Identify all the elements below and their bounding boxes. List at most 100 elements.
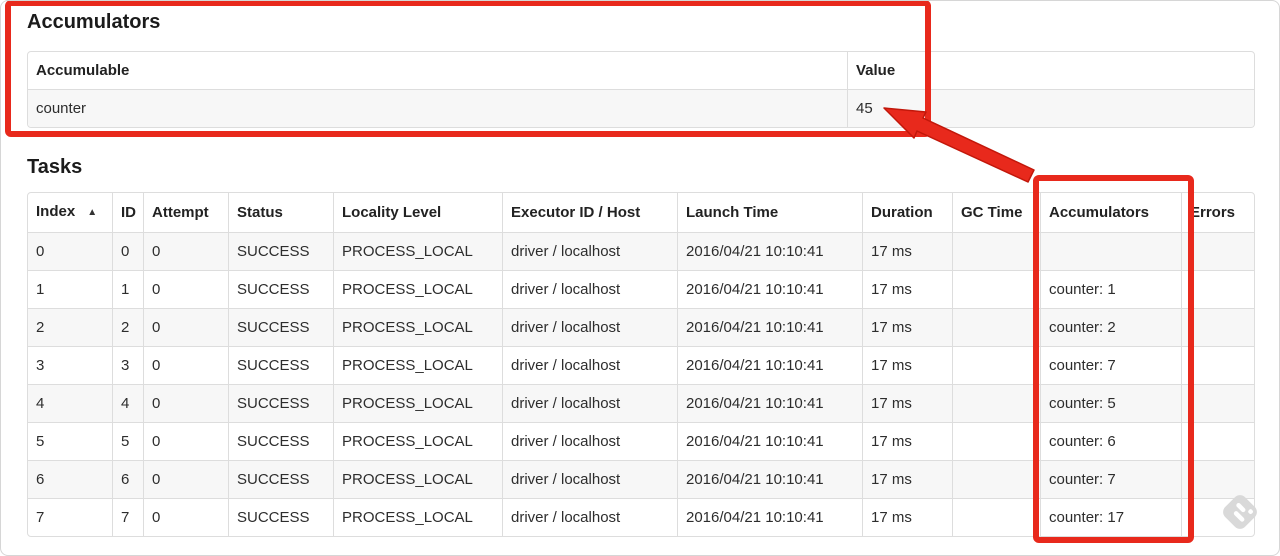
task-executor-id-host-cell: driver / localhost	[503, 499, 678, 536]
task-gc-time-cell	[953, 423, 1041, 461]
task-locality-level-cell: PROCESS_LOCAL	[334, 347, 503, 385]
task-status-cell: SUCCESS	[229, 499, 334, 536]
task-locality-level-cell: PROCESS_LOCAL	[334, 309, 503, 347]
task-attempt-cell: 0	[144, 423, 229, 461]
task-attempt-cell: 0	[144, 499, 229, 536]
task-accumulators-cell: counter: 17	[1041, 499, 1182, 536]
task-id-cell: 2	[113, 309, 144, 347]
accumulators-table-body: counter 45	[28, 90, 1254, 127]
accumulator-accumulable-cell: counter	[28, 90, 848, 127]
attempt-column-header[interactable]: Attempt	[144, 193, 229, 233]
accumulators-section-title: Accumulators	[27, 11, 161, 33]
task-status-cell: SUCCESS	[229, 385, 334, 423]
task-errors-cell	[1182, 423, 1254, 461]
task-index-cell: 2	[28, 309, 113, 347]
task-executor-id-host-cell: driver / localhost	[503, 233, 678, 271]
task-status-cell: SUCCESS	[229, 461, 334, 499]
task-id-cell: 0	[113, 233, 144, 271]
locality-level-column-header[interactable]: Locality Level	[334, 193, 503, 233]
task-attempt-cell: 0	[144, 233, 229, 271]
tasks-table-body: 0 0 0 SUCCESS PROCESS_LOCAL driver / localhos…	[28, 233, 1254, 536]
task-locality-level-cell: PROCESS_LOCAL	[334, 233, 503, 271]
task-attempt-cell: 0	[144, 271, 229, 309]
task-row: 3 3 0 SUCCESS PROCESS_LOCAL driver / localhos…	[28, 347, 1254, 385]
task-status-cell: SUCCESS	[229, 309, 334, 347]
id-column-header[interactable]: ID	[113, 193, 144, 233]
task-locality-level-cell: PROCESS_LOCAL	[334, 385, 503, 423]
duration-column-header[interactable]: Duration	[863, 193, 953, 233]
task-attempt-cell: 0	[144, 347, 229, 385]
task-row: 5 5 0 SUCCESS PROCESS_LOCAL driver / localhos…	[28, 423, 1254, 461]
index-column-header[interactable]: Index ▲	[28, 193, 113, 233]
accumulable-column-header[interactable]: Accumulable	[28, 52, 848, 90]
tasks-table: Index ▲ ID Attempt Status Locality Level …	[27, 192, 1255, 537]
task-errors-cell	[1182, 461, 1254, 499]
task-errors-cell	[1182, 233, 1254, 271]
task-duration-cell: 17 ms	[863, 233, 953, 271]
task-gc-time-cell	[953, 309, 1041, 347]
task-index-cell: 6	[28, 461, 113, 499]
task-row: 4 4 0 SUCCESS PROCESS_LOCAL driver / localhos…	[28, 385, 1254, 423]
task-locality-level-cell: PROCESS_LOCAL	[334, 271, 503, 309]
gc-time-column-header[interactable]: GC Time	[953, 193, 1041, 233]
task-id-cell: 7	[113, 499, 144, 536]
value-column-header[interactable]: Value	[848, 52, 1254, 90]
index-column-label: Index	[36, 203, 76, 220]
status-column-header[interactable]: Status	[229, 193, 334, 233]
task-gc-time-cell	[953, 499, 1041, 536]
task-errors-cell	[1182, 385, 1254, 423]
task-accumulators-cell: counter: 1	[1041, 271, 1182, 309]
task-launch-time-cell: 2016/04/21 10:10:41	[678, 233, 863, 271]
task-attempt-cell: 0	[144, 461, 229, 499]
task-launch-time-cell: 2016/04/21 10:10:41	[678, 271, 863, 309]
task-launch-time-cell: 2016/04/21 10:10:41	[678, 347, 863, 385]
task-executor-id-host-cell: driver / localhost	[503, 423, 678, 461]
task-executor-id-host-cell: driver / localhost	[503, 347, 678, 385]
task-executor-id-host-cell: driver / localhost	[503, 271, 678, 309]
task-accumulators-cell: counter: 2	[1041, 309, 1182, 347]
task-row: 2 2 0 SUCCESS PROCESS_LOCAL driver / localhos…	[28, 309, 1254, 347]
task-index-cell: 1	[28, 271, 113, 309]
task-duration-cell: 17 ms	[863, 499, 953, 536]
task-accumulators-cell: counter: 7	[1041, 347, 1182, 385]
task-errors-cell	[1182, 271, 1254, 309]
task-launch-time-cell: 2016/04/21 10:10:41	[678, 309, 863, 347]
task-launch-time-cell: 2016/04/21 10:10:41	[678, 423, 863, 461]
task-index-cell: 5	[28, 423, 113, 461]
stage-detail-content: Accumulators Accumulable Value counter 45…	[1, 1, 1279, 537]
sort-ascending-icon: ▲	[87, 207, 98, 218]
accumulators-table: Accumulable Value counter 45	[27, 51, 1255, 128]
spark-ui-page: Accumulators Accumulable Value counter 45…	[0, 0, 1280, 556]
errors-column-header[interactable]: Errors	[1182, 193, 1254, 233]
task-duration-cell: 17 ms	[863, 347, 953, 385]
task-locality-level-cell: PROCESS_LOCAL	[334, 423, 503, 461]
accumulators-column-header[interactable]: Accumulators	[1041, 193, 1182, 233]
task-id-cell: 1	[113, 271, 144, 309]
task-row: 0 0 0 SUCCESS PROCESS_LOCAL driver / localhos…	[28, 233, 1254, 271]
tasks-table-header-row: Index ▲ ID Attempt Status Locality Level …	[28, 193, 1254, 233]
task-launch-time-cell: 2016/04/21 10:10:41	[678, 499, 863, 536]
task-accumulators-cell: counter: 6	[1041, 423, 1182, 461]
task-gc-time-cell	[953, 233, 1041, 271]
task-accumulators-cell: counter: 7	[1041, 461, 1182, 499]
task-attempt-cell: 0	[144, 309, 229, 347]
task-status-cell: SUCCESS	[229, 271, 334, 309]
task-gc-time-cell	[953, 461, 1041, 499]
task-accumulators-cell	[1041, 233, 1182, 271]
task-id-cell: 3	[113, 347, 144, 385]
task-index-cell: 4	[28, 385, 113, 423]
executor-id-host-column-header[interactable]: Executor ID / Host	[503, 193, 678, 233]
task-status-cell: SUCCESS	[229, 233, 334, 271]
task-gc-time-cell	[953, 347, 1041, 385]
task-index-cell: 7	[28, 499, 113, 536]
launch-time-column-header[interactable]: Launch Time	[678, 193, 863, 233]
task-launch-time-cell: 2016/04/21 10:10:41	[678, 385, 863, 423]
task-duration-cell: 17 ms	[863, 461, 953, 499]
task-accumulators-cell: counter: 5	[1041, 385, 1182, 423]
tasks-section-title: Tasks	[27, 156, 83, 178]
task-duration-cell: 17 ms	[863, 385, 953, 423]
task-duration-cell: 17 ms	[863, 309, 953, 347]
task-status-cell: SUCCESS	[229, 423, 334, 461]
task-launch-time-cell: 2016/04/21 10:10:41	[678, 461, 863, 499]
task-duration-cell: 17 ms	[863, 271, 953, 309]
